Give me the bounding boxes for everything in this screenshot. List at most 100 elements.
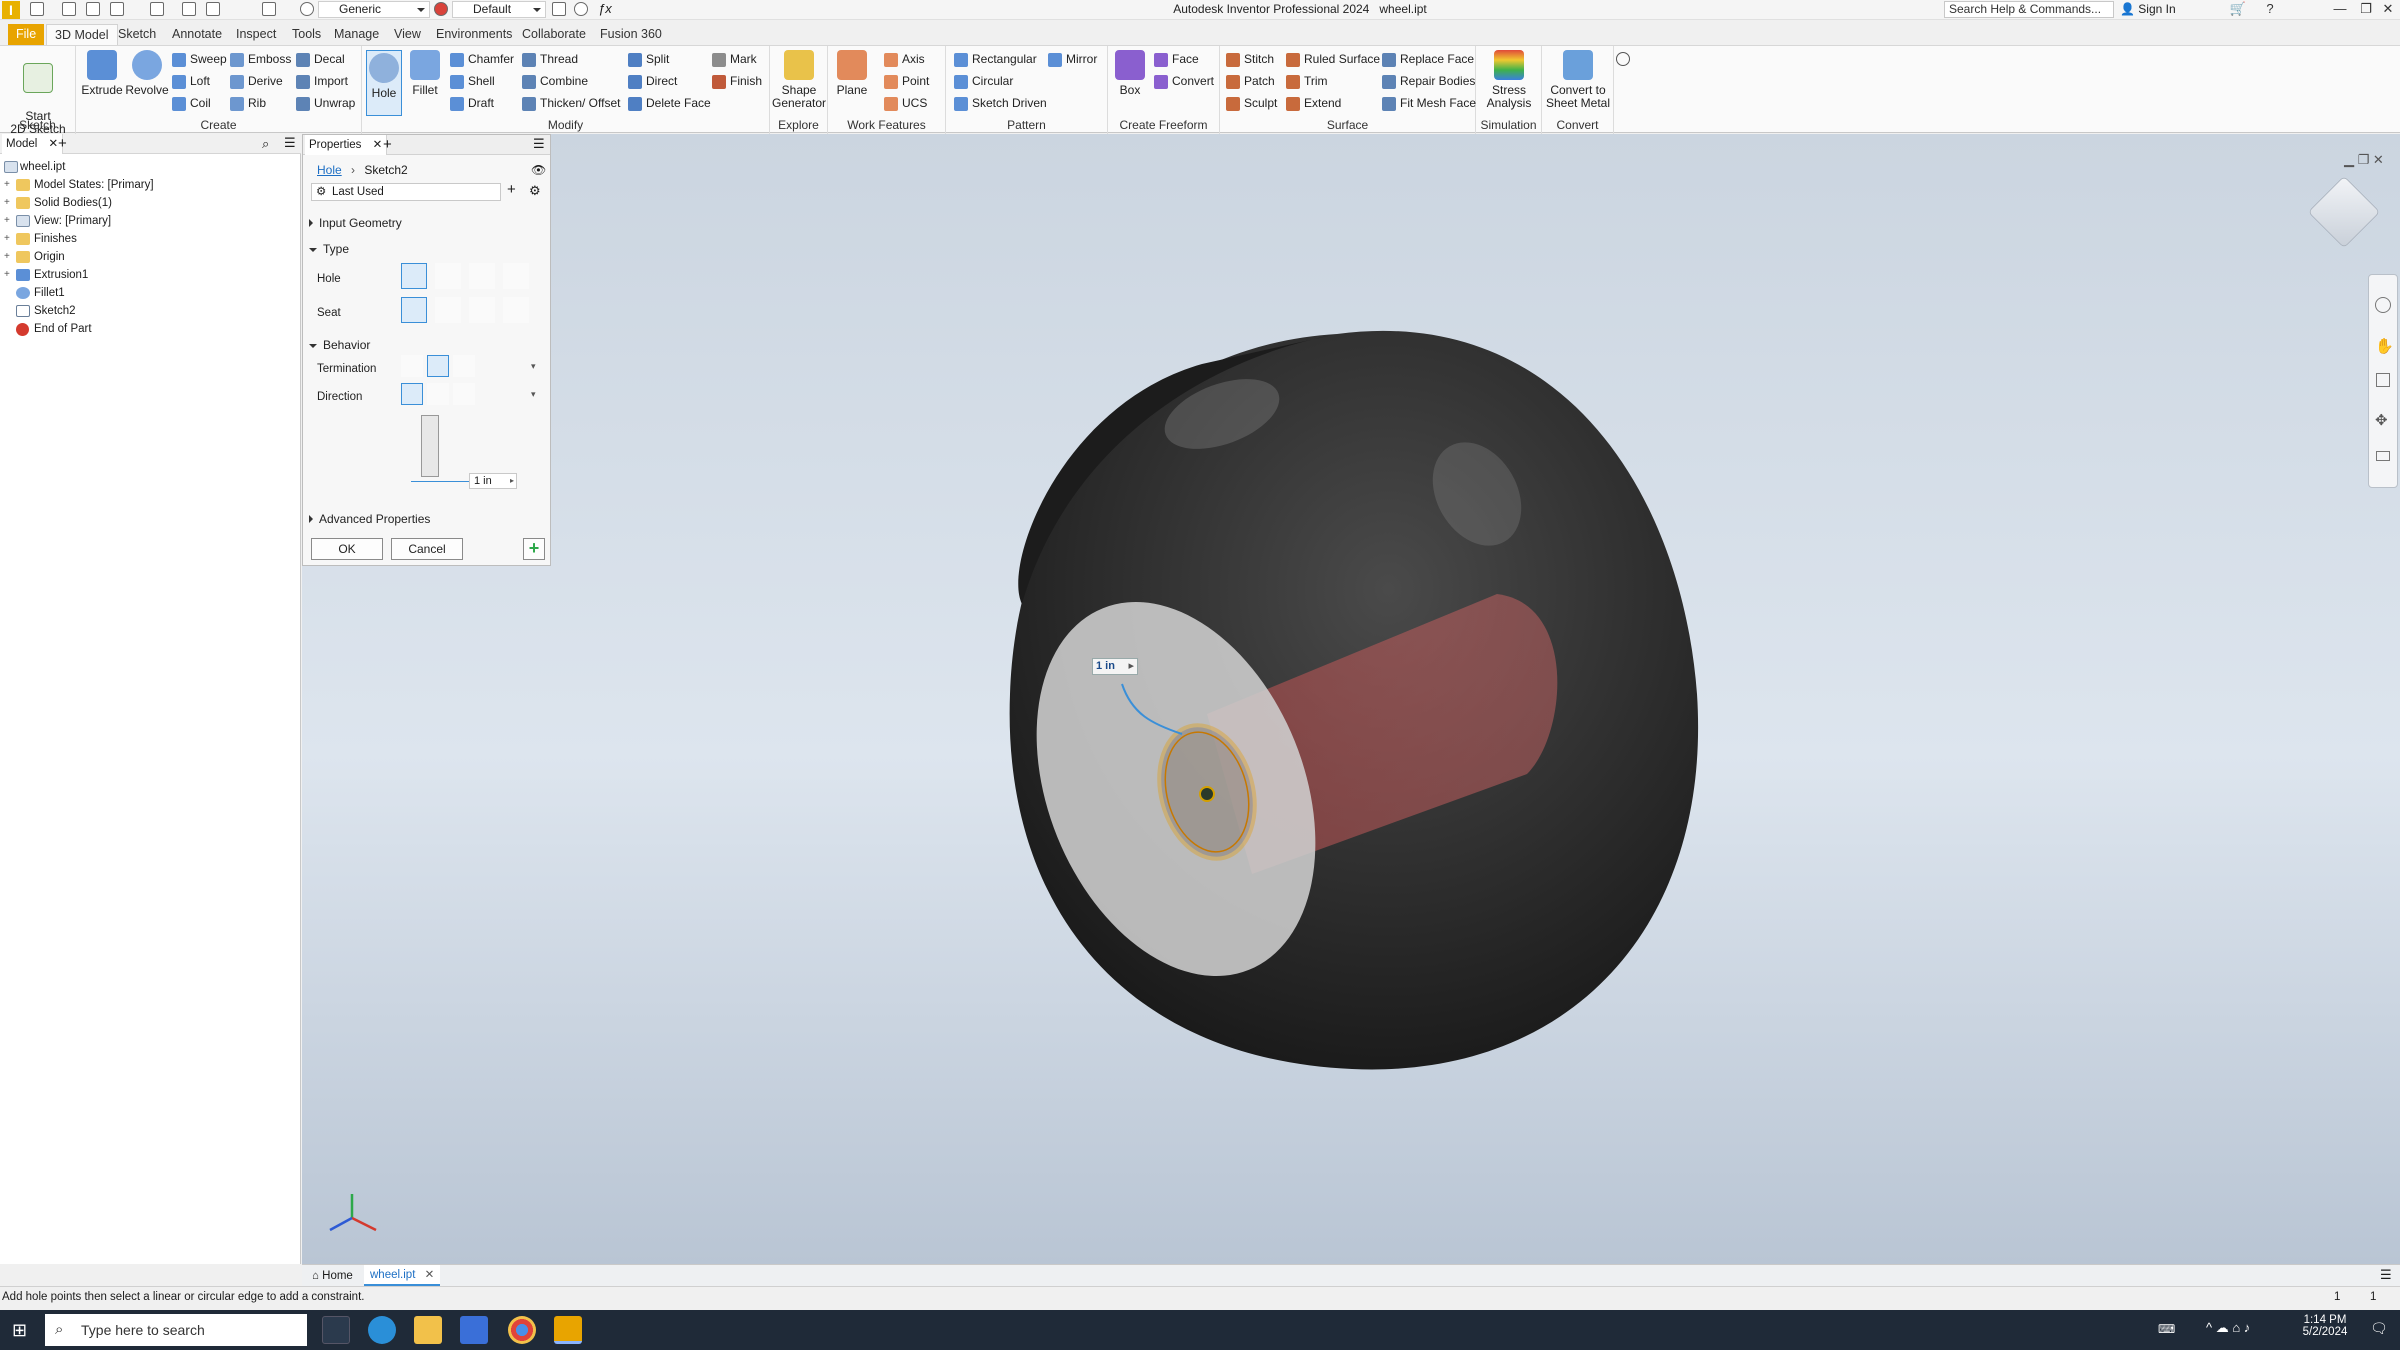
keyboard-icon[interactable]: ⌨ (2158, 1322, 2175, 1336)
taskbar-search-input[interactable]: ⌕ Type here to search (45, 1314, 307, 1346)
replace-face-button[interactable]: Replace Face (1380, 50, 1474, 69)
hole-button[interactable]: Hole (366, 50, 402, 116)
section-advanced-properties[interactable]: Advanced Properties (309, 511, 430, 527)
direction-default-icon[interactable] (401, 383, 423, 405)
rib-button[interactable]: Rib (228, 94, 266, 113)
unwrap-button[interactable]: Unwrap (294, 94, 355, 113)
repair-bodies-button[interactable]: Repair Bodies (1380, 72, 1475, 91)
ok-button[interactable]: OK (311, 538, 383, 560)
mark-button[interactable]: Mark (710, 50, 757, 69)
help-icon[interactable]: ? (2258, 1, 2282, 19)
tree-item-view[interactable]: + View: [Primary] (0, 212, 111, 230)
expand-icon[interactable]: + (4, 180, 12, 190)
import-button[interactable]: Import (294, 72, 348, 91)
look-at-icon[interactable] (2376, 451, 2390, 461)
countersink-icon[interactable] (503, 297, 529, 323)
expand-icon[interactable]: + (4, 198, 12, 208)
thread-button[interactable]: Thread (520, 50, 578, 69)
termination-through-all-icon[interactable] (427, 355, 449, 377)
box-button[interactable]: Box (1112, 50, 1148, 97)
tab-collaborate[interactable]: Collaborate (514, 24, 594, 45)
taper-tapped-hole-icon[interactable] (503, 263, 529, 289)
delete-face-button[interactable]: Delete Face (626, 94, 711, 113)
tree-item-sketch2[interactable]: Sketch2 (0, 302, 76, 320)
direct-button[interactable]: Direct (626, 72, 677, 91)
tree-item-solid-bodies[interactable]: + Solid Bodies(1) (0, 194, 112, 212)
tab-inspect[interactable]: Inspect (228, 24, 284, 45)
material-dropdown[interactable]: Generic (318, 1, 430, 18)
coil-button[interactable]: Coil (170, 94, 211, 113)
preset-settings-icon[interactable]: ⚙ (529, 183, 541, 199)
tab-file[interactable]: File (8, 24, 45, 45)
shape-generator-button[interactable]: Shape Generator (772, 50, 826, 110)
split-button[interactable]: Split (626, 50, 669, 69)
tab-sketch[interactable]: Sketch (110, 24, 164, 45)
tree-item-root[interactable]: wheel.ipt (0, 158, 65, 176)
ruled-surface-button[interactable]: Ruled Surface (1284, 50, 1380, 69)
doc-tab-wheel[interactable]: wheel.ipt ✕ (364, 1265, 441, 1286)
shell-button[interactable]: Shell (448, 72, 495, 91)
breadcrumb-hole-link[interactable]: Hole (317, 163, 342, 177)
convert-freeform-button[interactable]: Convert (1152, 72, 1214, 91)
tab-view[interactable]: View (386, 24, 429, 45)
orbit-icon[interactable]: ✥ (2375, 411, 2388, 429)
close-tab-icon[interactable]: ✕ (373, 139, 383, 151)
termination-to-icon[interactable] (453, 355, 475, 377)
expand-icon[interactable]: + (4, 252, 12, 262)
tab-3d-model[interactable]: 3D Model (46, 24, 118, 45)
sketch-driven-pattern-button[interactable]: Sketch Driven (952, 94, 1047, 113)
revolve-button[interactable]: Revolve (124, 50, 170, 97)
appearance-dropdown[interactable]: Default (452, 1, 546, 18)
zoom-icon[interactable] (2376, 373, 2390, 387)
home-tab[interactable]: ⌂ Home (308, 1267, 357, 1285)
sweep-button[interactable]: Sweep (170, 50, 227, 69)
counterbore-icon[interactable] (435, 297, 461, 323)
group-label-modify[interactable]: Modify (362, 118, 769, 132)
restore-icon[interactable]: ❐ (2354, 1, 2378, 19)
derive-button[interactable]: Derive (228, 72, 283, 91)
browser-tab-model[interactable]: Model ✕ (2, 134, 64, 154)
sign-in-button[interactable]: 👤 Sign In (2120, 2, 2176, 16)
menu-icon[interactable]: ☰ (533, 136, 545, 152)
patch-button[interactable]: Patch (1224, 72, 1275, 91)
draft-button[interactable]: Draft (448, 94, 494, 113)
tree-item-end-of-part[interactable]: End of Part (0, 320, 92, 338)
axis-button[interactable]: Axis (882, 50, 925, 69)
tree-item-extrusion1[interactable]: + Extrusion1 (0, 266, 88, 284)
cart-icon[interactable]: 🛒 (2226, 1, 2250, 19)
tree-item-fillet1[interactable]: Fillet1 (0, 284, 65, 302)
convert-sheet-metal-button[interactable]: Convert to Sheet Metal (1544, 50, 1612, 110)
clear-appearance-icon[interactable] (574, 2, 588, 16)
trim-button[interactable]: Trim (1284, 72, 1328, 91)
minimize-icon[interactable]: — (2328, 1, 2352, 19)
hole-center-point[interactable] (1199, 786, 1215, 802)
chrome-icon[interactable] (508, 1316, 536, 1344)
chevron-down-icon[interactable]: ▾ (531, 389, 536, 400)
save-icon[interactable] (86, 2, 100, 16)
combine-button[interactable]: Combine (520, 72, 588, 91)
windows-start-icon[interactable]: ⊞ (12, 1320, 32, 1340)
close-tab-icon[interactable]: ✕ (49, 138, 59, 150)
direction-flip-icon[interactable] (427, 383, 449, 405)
direction-symmetric-icon[interactable] (453, 383, 475, 405)
tapped-hole-icon[interactable] (469, 263, 495, 289)
properties-tab[interactable]: Properties ✕ (305, 135, 388, 155)
extrude-button[interactable]: Extrude (80, 50, 124, 97)
tree-item-model-states[interactable]: + Model States: [Primary] (0, 176, 154, 194)
ucs-button[interactable]: UCS (882, 94, 927, 113)
section-type[interactable]: Type (309, 241, 349, 257)
select-icon[interactable] (262, 2, 276, 16)
tab-fusion-360[interactable]: Fusion 360 (592, 24, 670, 45)
expand-icon[interactable]: + (4, 216, 12, 226)
fx-parameters-icon[interactable]: ƒx (598, 1, 612, 16)
clock[interactable]: 1:14 PM 5/2/2024 (2290, 1314, 2360, 1338)
open-file-icon[interactable] (62, 2, 76, 16)
menu-icon[interactable]: ☰ (2380, 1267, 2392, 1283)
sculpt-button[interactable]: Sculpt (1224, 94, 1277, 113)
chevron-right-icon[interactable]: ▸ (510, 474, 514, 488)
chamfer-button[interactable]: Chamfer (448, 50, 514, 69)
finish-button[interactable]: Finish (710, 72, 762, 91)
circular-pattern-button[interactable]: Circular (952, 72, 1013, 91)
adjust-icon[interactable] (552, 2, 566, 16)
point-button[interactable]: Point (882, 72, 929, 91)
